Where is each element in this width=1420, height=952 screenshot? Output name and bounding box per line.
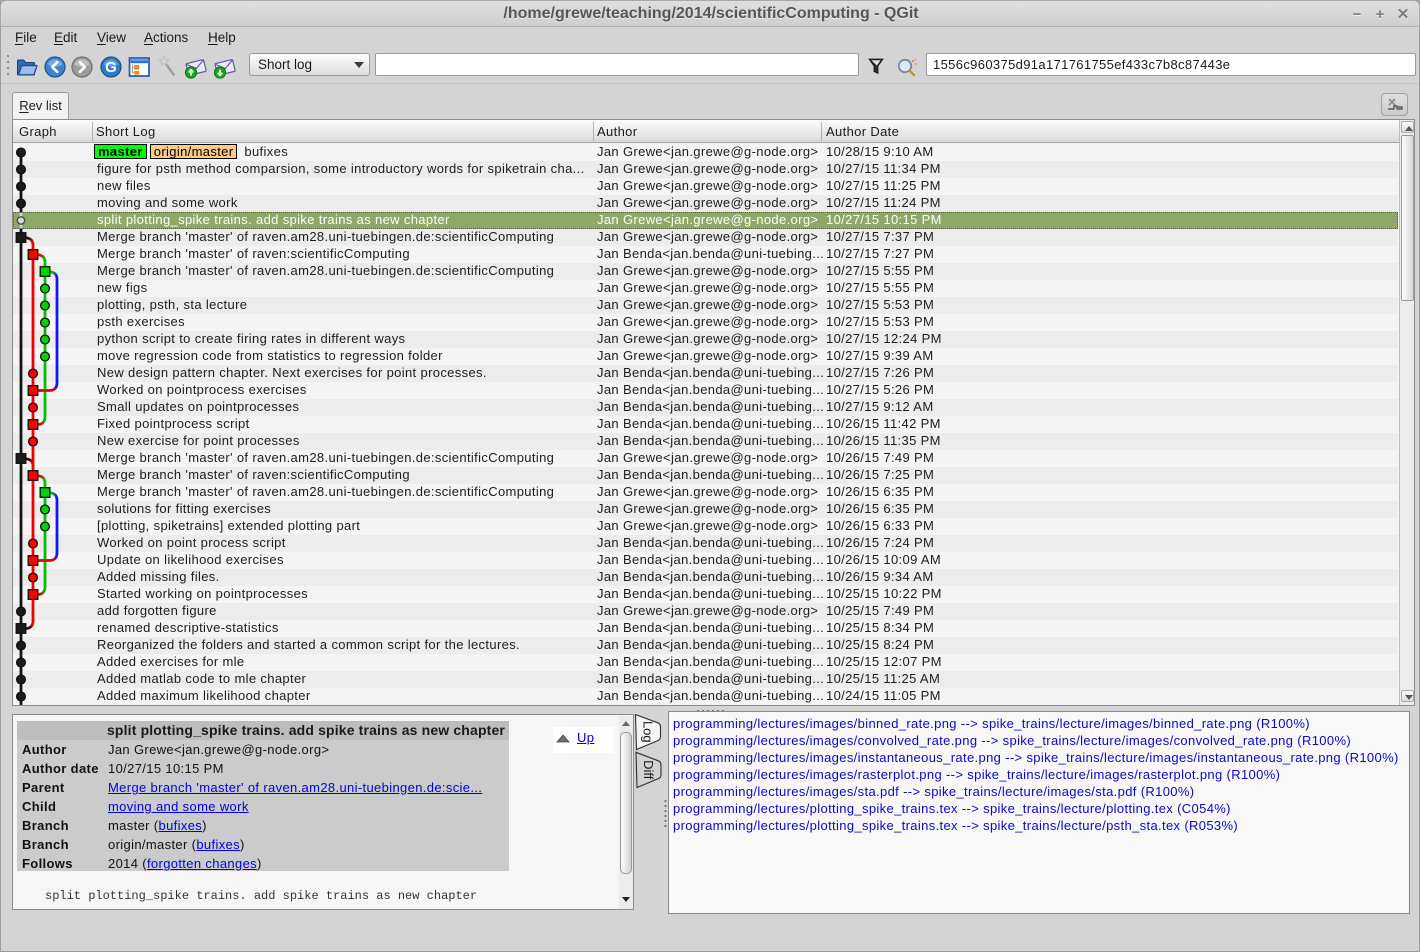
svg-text:Diff: Diff: [641, 760, 656, 780]
svg-text:Log: Log: [641, 721, 656, 743]
svg-text:G: G: [105, 59, 117, 76]
